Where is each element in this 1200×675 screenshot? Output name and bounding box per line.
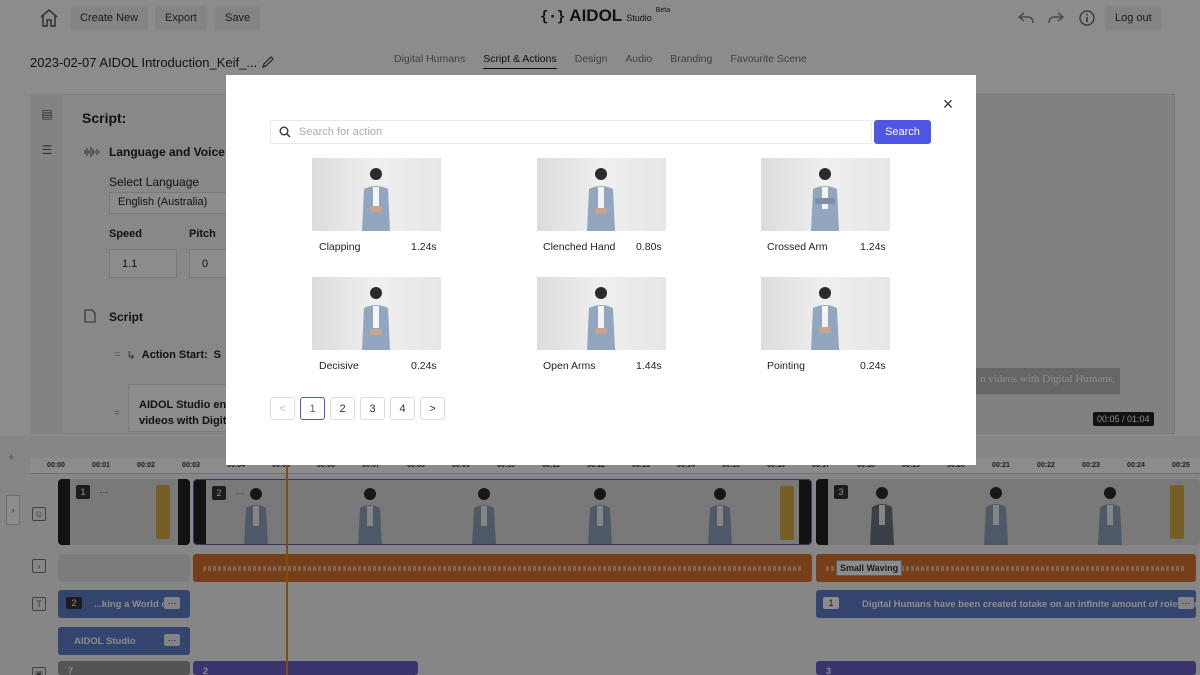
person-figure — [362, 168, 390, 231]
action-name: Decisive — [319, 360, 359, 372]
pagination-page-button[interactable]: 4 — [390, 397, 415, 420]
person-figure — [587, 287, 615, 350]
action-duration: 0.80s — [636, 241, 662, 253]
person-figure — [362, 287, 390, 350]
action-thumbnail[interactable] — [537, 158, 666, 231]
action-name: Open Arms — [543, 360, 596, 372]
action-name: Crossed Arm — [767, 241, 828, 253]
pagination-next-button[interactable]: > — [420, 397, 445, 420]
action-duration: 0.24s — [411, 360, 437, 372]
action-thumbnail[interactable] — [761, 277, 890, 350]
action-thumbnail[interactable] — [761, 158, 890, 231]
search-icon — [271, 126, 299, 138]
pagination-page-button[interactable]: 1 — [300, 397, 325, 420]
pagination-page-button[interactable]: 3 — [360, 397, 385, 420]
action-name: Clenched Hand — [543, 241, 616, 253]
pagination-page-button[interactable]: 2 — [330, 397, 355, 420]
person-figure — [587, 168, 615, 231]
person-figure — [811, 287, 839, 350]
pagination-prev-button[interactable]: < — [270, 397, 295, 420]
search-button[interactable]: Search — [874, 120, 931, 144]
action-search-input[interactable] — [299, 126, 859, 138]
action-duration: 0.24s — [860, 360, 886, 372]
close-icon[interactable]: × — [940, 95, 956, 113]
action-duration: 1.44s — [636, 360, 662, 372]
action-thumbnail[interactable] — [312, 158, 441, 231]
action-search-bar[interactable] — [270, 120, 872, 144]
action-name: Pointing — [767, 360, 805, 372]
action-thumbnail[interactable] — [312, 277, 441, 350]
person-figure — [811, 168, 839, 231]
action-duration: 1.24s — [860, 241, 886, 253]
action-name: Clapping — [319, 241, 361, 253]
action-duration: 1.24s — [411, 241, 437, 253]
action-thumbnail[interactable] — [537, 277, 666, 350]
